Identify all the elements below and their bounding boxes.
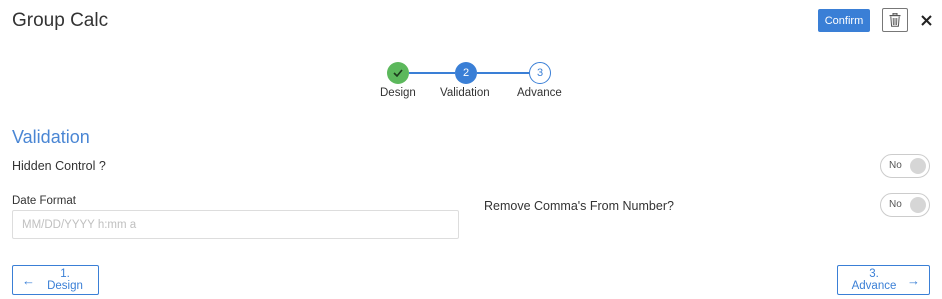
- step-connector: [477, 72, 529, 74]
- hidden-control-toggle-text: No: [889, 160, 902, 171]
- previous-step-label: 1. Design: [47, 268, 83, 292]
- step-connector: [409, 72, 455, 74]
- hidden-control-label: Hidden Control ?: [12, 159, 106, 173]
- step-1-circle[interactable]: [387, 62, 409, 84]
- page-title: Group Calc: [12, 10, 109, 31]
- step-3-circle[interactable]: 3: [529, 62, 551, 84]
- delete-button[interactable]: [882, 8, 908, 32]
- confirm-button[interactable]: Confirm: [818, 9, 870, 32]
- date-format-input[interactable]: [12, 210, 459, 239]
- step-2-circle[interactable]: 2: [455, 62, 477, 84]
- hidden-control-toggle[interactable]: No: [880, 154, 930, 178]
- next-step-button[interactable]: 3. Advance →: [837, 265, 930, 295]
- remove-comma-toggle-text: No: [889, 199, 902, 210]
- close-icon: [920, 14, 932, 26]
- check-icon: [393, 69, 403, 77]
- next-step-label: 3. Advance: [851, 268, 897, 292]
- remove-comma-label: Remove Comma's From Number?: [484, 199, 674, 213]
- toggle-knob: [910, 197, 926, 213]
- toggle-knob: [910, 158, 926, 174]
- trash-icon: [889, 13, 901, 27]
- arrow-left-icon: ←: [22, 272, 35, 288]
- previous-step-button[interactable]: ← 1. Design: [12, 265, 99, 295]
- close-button[interactable]: [916, 9, 936, 31]
- date-format-label: Date Format: [12, 195, 76, 207]
- step-2-label: Validation: [440, 87, 490, 99]
- wizard-stepper: 2 3 Design Validation Advance: [370, 60, 580, 104]
- arrow-right-icon: →: [907, 272, 920, 288]
- remove-comma-toggle[interactable]: No: [880, 193, 930, 217]
- step-3-label: Advance: [517, 87, 562, 99]
- section-title: Validation: [12, 127, 90, 147]
- step-1-label: Design: [380, 87, 416, 99]
